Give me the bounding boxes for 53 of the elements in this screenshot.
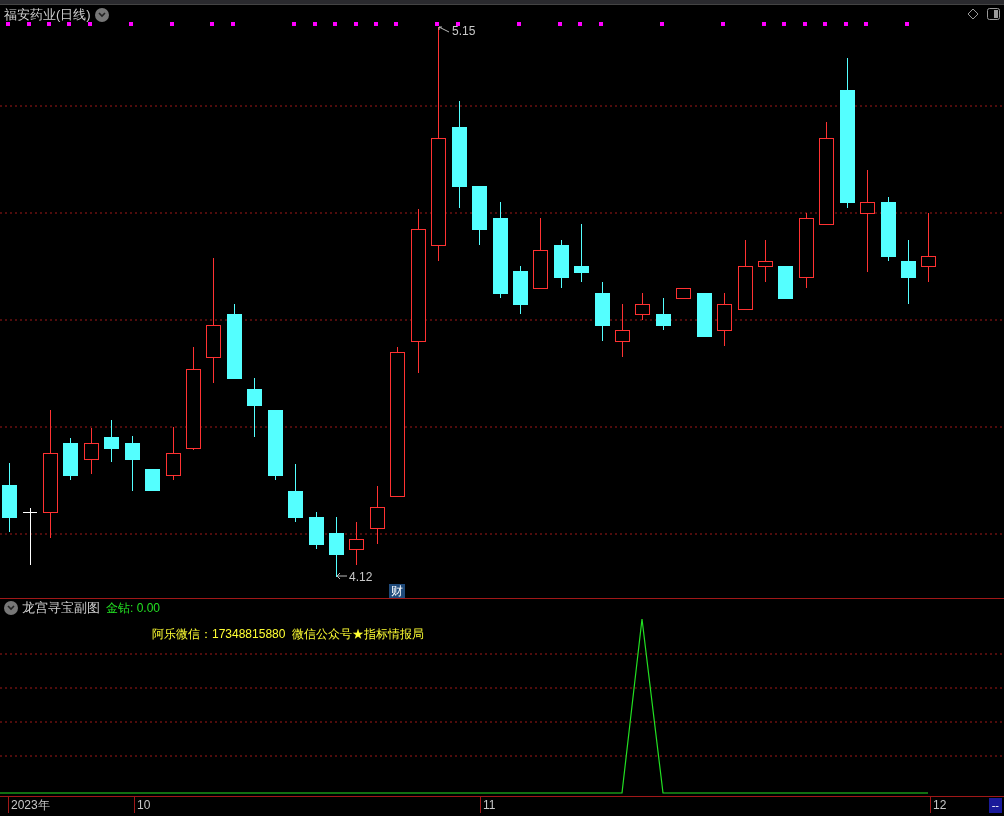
candlestick (778, 265, 793, 299)
indicator-title: 龙宫寻宝副图 (22, 600, 100, 616)
chevron-down-icon (97, 12, 106, 18)
axis-label: 10 (134, 797, 151, 813)
indicator-note: 阿乐微信：17348815880 微信公众号★指标情报局 (152, 626, 425, 642)
diamond-icon[interactable] (967, 8, 979, 20)
axis-label: 11 (480, 797, 496, 813)
candlestick (717, 292, 732, 347)
candlestick (472, 185, 487, 246)
collapse-button[interactable] (94, 8, 109, 22)
candlestick (676, 287, 691, 299)
candlestick (22, 507, 38, 566)
pointer-arrow-icon (438, 26, 450, 33)
candlestick (635, 292, 650, 321)
event-marker[interactable]: 财 (389, 584, 405, 598)
candlestick (349, 521, 364, 566)
high-price-label: 5.15 (452, 24, 476, 38)
candlestick (370, 485, 385, 545)
candlestick (697, 292, 712, 337)
collapse-button[interactable] (4, 601, 18, 615)
candlestick (554, 239, 569, 289)
candlestick (921, 212, 936, 283)
candlestick (901, 239, 916, 305)
candlestick (309, 511, 324, 550)
chevron-down-icon (7, 605, 15, 611)
low-price-label: 4.12 (349, 570, 373, 584)
candlestick (513, 265, 528, 315)
candlestick (2, 462, 17, 533)
pointer-arrow-icon (336, 572, 348, 580)
candlestick (268, 409, 283, 481)
candlestick (758, 239, 773, 283)
candlestick (288, 463, 303, 523)
candlestick (738, 239, 753, 310)
candlestick (166, 426, 181, 481)
candlestick (595, 281, 610, 342)
candlestick (63, 437, 78, 481)
candlestick (125, 435, 140, 492)
candlestick (84, 427, 99, 475)
candlestick (656, 297, 671, 331)
candlestick (145, 468, 160, 491)
axis-label: 12 (930, 797, 947, 813)
candlestick (247, 377, 262, 438)
candlestick (881, 196, 896, 262)
candlestick (574, 223, 589, 283)
candlestick (533, 217, 548, 289)
axis-label: 2023年 (8, 797, 50, 813)
candlestick (104, 419, 119, 463)
axis-corner-button[interactable]: -- (988, 798, 1002, 813)
chart-title: 福安药业(日线) (4, 7, 91, 23)
candlestick (329, 516, 344, 578)
panel-toggle-icon[interactable] (987, 8, 1000, 20)
indicator-value: 金钻: 0.00 (106, 600, 161, 616)
candlestick (615, 303, 630, 358)
